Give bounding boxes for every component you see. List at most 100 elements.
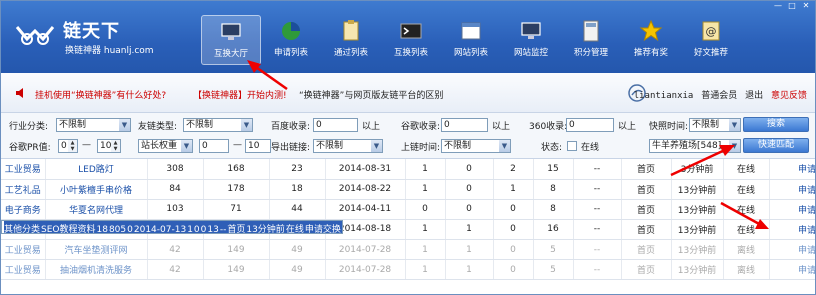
- maximize-button[interactable]: □: [785, 1, 799, 11]
- table-cell: 2014-07-28: [325, 259, 406, 280]
- baidu-label: 百度收录:: [271, 122, 311, 132]
- spinner-icon[interactable]: ▲ ▼: [111, 140, 120, 152]
- nav-tab-4[interactable]: 网站列表: [441, 15, 501, 65]
- outlinks-select[interactable]: 不限制 ▼: [313, 139, 383, 153]
- apply-exchange-link[interactable]: 申请交换: [769, 199, 815, 220]
- weight-separator: —: [233, 140, 242, 150]
- apply-exchange-link[interactable]: 申请交换: [769, 159, 815, 180]
- table-cell: 178: [203, 179, 270, 200]
- site-select-value: 牛羊养殖场[548]: [652, 141, 722, 151]
- status-label: 状态:: [541, 143, 563, 153]
- industry-select-value: 不限制: [59, 120, 87, 130]
- table-cell: 18: [96, 220, 109, 233]
- online-time-label: 上链时间:: [401, 143, 441, 153]
- table-cell[interactable]: 工业贸易: [1, 239, 46, 260]
- nav-tab-0[interactable]: 互换大厅: [201, 15, 261, 65]
- spinner-icon[interactable]: ▲ ▼: [68, 140, 77, 152]
- table-cell: --: [573, 259, 622, 280]
- nav-tab-7[interactable]: 推荐有奖: [621, 15, 681, 65]
- table-cell[interactable]: 工艺礼品: [1, 179, 46, 200]
- table-cell[interactable]: LED路灯: [45, 159, 148, 180]
- table-cell: 在线: [285, 220, 305, 233]
- nav-tab-6[interactable]: 积分管理: [561, 15, 621, 65]
- chevron-down-icon: ▼: [729, 119, 740, 131]
- table-cell[interactable]: 华夏名网代理: [45, 199, 148, 220]
- apply-exchange-link[interactable]: 申请交换: [769, 219, 815, 240]
- apply-exchange-link[interactable]: 申请交换: [769, 179, 815, 200]
- table-cell: 1: [445, 259, 494, 280]
- table-cell[interactable]: 抽油烟机清洗服务: [45, 259, 148, 280]
- table-cell: 1: [186, 220, 194, 233]
- table-cell[interactable]: 其他分类: [4, 220, 42, 233]
- table-body: 工业贸易 LED路灯 308 168 23 2014-08-31 1 0 2 15 -- 首页 3分钟前…: [1, 159, 815, 280]
- apply-exchange-link[interactable]: 申请交换: [769, 259, 815, 280]
- table-cell[interactable]: 电子商务: [1, 199, 46, 220]
- weight-select-value: 站长权重: [141, 141, 178, 151]
- feedback-link[interactable]: 意见反馈: [771, 91, 807, 101]
- pr-to-input[interactable]: 10 ▲ ▼: [97, 139, 121, 153]
- apply-exchange-link[interactable]: 申请交换: [769, 239, 815, 260]
- table-cell: 1: [445, 219, 494, 240]
- nav-tab-5[interactable]: 网站监控: [501, 15, 561, 65]
- table-cell: 1: [405, 239, 446, 260]
- weight-select[interactable]: 站长权重 ▼: [138, 139, 193, 153]
- table-cell[interactable]: 工业贸易: [1, 259, 46, 280]
- announcement-link-benefits[interactable]: 挂机使用“换链神器”有什么好处?: [35, 88, 166, 101]
- star-icon: [639, 19, 663, 42]
- table-cell: 5: [533, 239, 574, 260]
- industry-select[interactable]: 不限制 ▼: [56, 118, 131, 132]
- s360-input[interactable]: 0: [566, 118, 614, 132]
- table-cell[interactable]: 汽车坐垫测评网: [45, 239, 148, 260]
- table-row[interactable]: 工业贸易 汽车坐垫测评网 42 149 49 2014-07-28 1 1 0 5 -- 首页 13分钟…: [1, 239, 815, 260]
- chevron-down-icon: ▼: [241, 119, 252, 131]
- announcement-link-beta[interactable]: 【换链神器】开始内测!: [193, 88, 287, 101]
- site-select[interactable]: 牛羊养殖场[548] ▼: [649, 139, 741, 153]
- online-checkbox[interactable]: [567, 141, 577, 151]
- table-cell: 2014-07-13: [133, 220, 188, 233]
- weight-to-input[interactable]: 10: [245, 139, 271, 153]
- table-cell: 0: [126, 220, 134, 233]
- google-input[interactable]: 0: [441, 118, 488, 132]
- table-cell: 首页: [621, 179, 672, 200]
- snapshot-select[interactable]: 不限制 ▼: [689, 118, 741, 132]
- pie-chart-icon: [282, 22, 300, 40]
- table-cell: 离线: [723, 259, 770, 280]
- search-button[interactable]: 搜索: [743, 117, 809, 132]
- pr-to-value: 10: [100, 141, 112, 151]
- nav-tab-8[interactable]: @ 好文推荐: [681, 15, 741, 65]
- table-row[interactable]: 其他分类 SEO教程资料 18 805 0 2014-07-13 1 0 0 13 -- 首页 13分钟…: [1, 219, 343, 234]
- table-cell: 8: [533, 199, 574, 220]
- linktype-select[interactable]: 不限制 ▼: [183, 118, 253, 132]
- chevron-down-icon: ▼: [729, 140, 740, 152]
- nav-tab-2[interactable]: 通过列表: [321, 15, 381, 65]
- weight-from-input[interactable]: 0: [199, 139, 229, 153]
- minimize-button[interactable]: —: [771, 1, 785, 11]
- online-time-select[interactable]: 不限制 ▼: [441, 139, 511, 153]
- table-cell: 103: [147, 199, 204, 220]
- nav-tab-label: 互换列表: [393, 48, 428, 58]
- table-cell[interactable]: SEO教程资料: [40, 220, 97, 233]
- nav-tab-label: 好文推荐: [693, 48, 728, 58]
- table-row[interactable]: 工艺礼品 小叶紫檀手串价格 84 178 18 2014-08-22 1 0 1 8 -- 首页 13分…: [1, 179, 815, 200]
- apply-exchange-link[interactable]: 申请交换: [304, 220, 342, 233]
- logout-link[interactable]: 退出: [745, 91, 763, 101]
- table-cell[interactable]: 工业贸易: [1, 159, 46, 180]
- close-button[interactable]: ✕: [799, 1, 813, 11]
- announcement-link-diff[interactable]: “换链神器”与网页版友链平台的区别: [299, 88, 443, 101]
- brand-name: 链天下: [63, 21, 120, 42]
- chevron-down-icon: ▼: [499, 140, 510, 152]
- table-cell: --: [573, 219, 622, 240]
- table-cell[interactable]: 小叶紫檀手串价格: [45, 179, 148, 200]
- table-row[interactable]: 工业贸易 LED路灯 308 168 23 2014-08-31 1 0 2 15 -- 首页 3分钟前…: [1, 159, 815, 180]
- table-row[interactable]: 工业贸易 抽油烟机清洗服务 42 149 49 2014-07-28 1 1 0 5 -- 首页 13分…: [1, 259, 815, 280]
- table-cell: 805: [108, 220, 128, 233]
- nav-tab-3[interactable]: 互换列表: [381, 15, 441, 65]
- table-row[interactable]: 电子商务 华夏名网代理 103 71 44 2014-04-11 0 0 0 8 -- 首页 13分钟前…: [1, 199, 815, 220]
- nav-tab-1[interactable]: 申请列表: [261, 15, 321, 65]
- baidu-input[interactable]: 0: [313, 118, 358, 132]
- quick-match-button[interactable]: 快速匹配: [743, 138, 809, 153]
- pr-from-input[interactable]: 0 ▲ ▼: [58, 139, 78, 153]
- at-sign-icon: @: [702, 21, 720, 41]
- monitor-icon: [521, 22, 541, 39]
- window-controls: — □ ✕: [771, 1, 813, 11]
